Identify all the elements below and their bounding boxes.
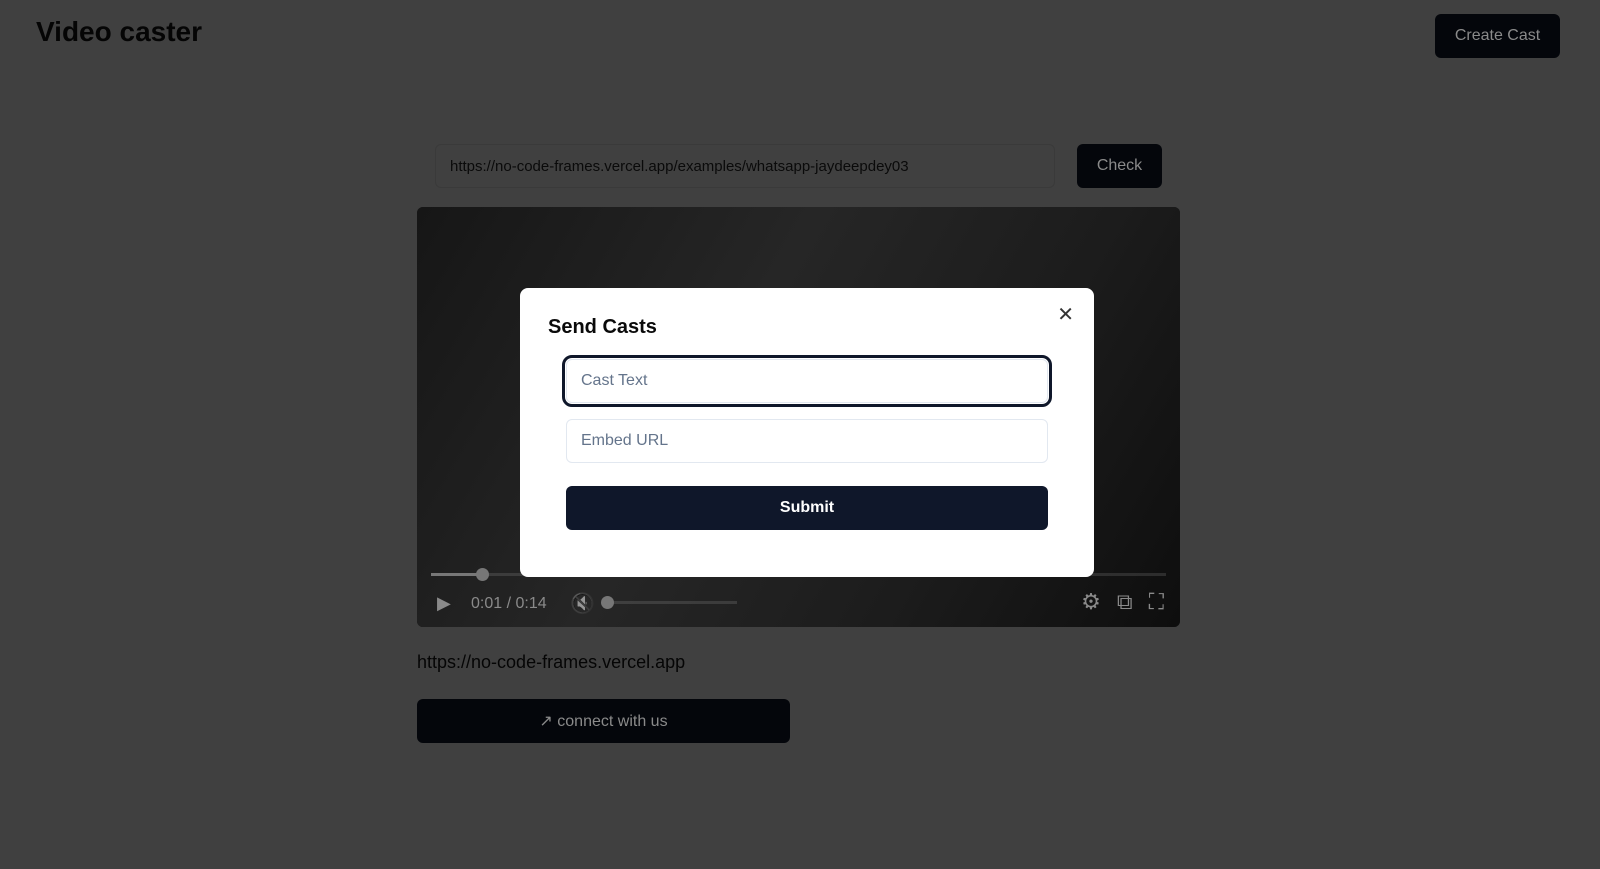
send-casts-dialog: Send Casts ✕ Submit — [520, 288, 1094, 577]
muted-speaker-icon[interactable]: 🔇 — [570, 591, 595, 616]
external-link-icon: ↗ — [539, 713, 558, 730]
frame-link[interactable]: https://no-code-frames.vercel.app — [417, 652, 685, 673]
close-icon[interactable]: ✕ — [1057, 302, 1074, 327]
settings-icon[interactable]: ⚙ — [1081, 589, 1101, 615]
cast-text-input[interactable] — [562, 355, 1052, 407]
volume-slider[interactable] — [601, 596, 737, 609]
play-icon[interactable]: ▶ — [437, 593, 451, 614]
create-cast-button[interactable]: Create Cast — [1435, 14, 1560, 58]
check-button[interactable]: Check — [1077, 144, 1162, 188]
picture-in-picture-icon[interactable]: ⧉ — [1117, 589, 1133, 615]
submit-button[interactable]: Submit — [566, 486, 1048, 530]
page-title: Video caster — [36, 16, 203, 47]
dialog-title: Send Casts — [548, 316, 657, 338]
frame-url-input[interactable] — [435, 144, 1055, 188]
connect-button[interactable]: ↗ connect with us — [417, 699, 790, 743]
embed-url-input[interactable] — [566, 419, 1048, 463]
connect-label: connect with us — [557, 713, 668, 730]
fullscreen-icon[interactable]: ⛶ — [1149, 589, 1164, 615]
time-display: 0:01 / 0:14 — [471, 595, 547, 612]
